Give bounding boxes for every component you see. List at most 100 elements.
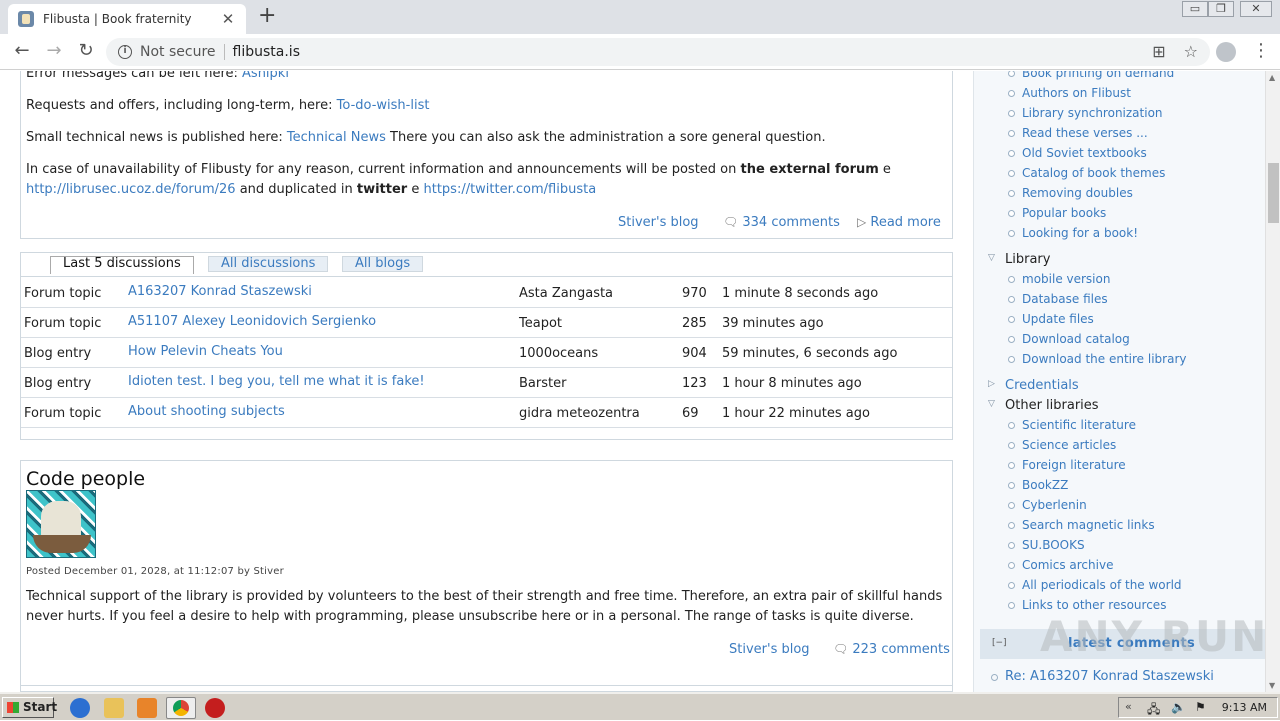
stivers-blog-link[interactable]: Stiver's blog (618, 215, 699, 230)
row-title-link[interactable]: A163207 Konrad Staszewski (128, 284, 312, 299)
media-player-icon[interactable] (137, 698, 157, 718)
sidebar-link[interactable]: Old Soviet textbooks (1008, 146, 1147, 160)
network-icon[interactable]: 🖧 (1147, 700, 1160, 721)
address-bar[interactable]: i Not secure flibusta.is ⊞ ☆ (106, 38, 1210, 66)
sidebar-link[interactable]: Links to other resources (1007, 598, 1166, 612)
sidebar: Book printing on demand Authors on Flibu… (973, 71, 1265, 692)
sidebar-section-other-libraries[interactable]: ▽ Other libraries (988, 398, 1099, 413)
discussions-tabs: Last 5 discussions All discussions All b… (21, 253, 952, 277)
row-count: 123 (682, 376, 707, 391)
twitter-link[interactable]: https://twitter.com/flibusta (423, 182, 596, 197)
stivers-blog-link[interactable]: Stiver's blog (729, 642, 810, 657)
site-favicon-icon (18, 11, 34, 27)
sidebar-link[interactable]: Foreign literature (1008, 458, 1126, 472)
sidebar-link[interactable]: SU.BOOKS (1008, 538, 1085, 552)
table-row: Blog entry How Pelevin Cheats You 1000oc… (21, 338, 952, 368)
info-line-news: Small technical news is published here: … (26, 130, 826, 145)
info-line-unavailability: In case of unavailability of Flibusty fo… (26, 162, 891, 177)
flag-icon[interactable]: ⚑ (1195, 700, 1206, 714)
sidebar-link[interactable]: Read these verses ... (1008, 126, 1148, 140)
sidebar-link[interactable]: Book printing on demand (1007, 71, 1174, 80)
sidebar-link[interactable]: Authors on Flibust (1008, 86, 1131, 100)
sidebar-link[interactable]: Search magnetic links (1008, 518, 1155, 532)
scroll-up-icon[interactable]: ▲ (1269, 73, 1275, 82)
sidebar-link[interactable]: All periodicals of the world (1008, 578, 1182, 592)
sidebar-section-credentials[interactable]: ▷ Credentials (988, 378, 1079, 393)
sidebar-link[interactable]: Removing doubles (1008, 186, 1133, 200)
row-title-link[interactable]: A51107 Alexey Leonidovich Sergienko (128, 314, 376, 329)
row-type: Forum topic (24, 406, 102, 421)
row-type: Forum topic (24, 286, 102, 301)
browser-menu-icon[interactable]: ⋮ (1252, 40, 1270, 61)
read-more-link[interactable]: ▷ Read more (857, 215, 941, 230)
author-avatar (26, 490, 96, 558)
forward-icon[interactable]: → (42, 40, 66, 61)
info-line-requests: Requests and offers, including long-term… (26, 98, 430, 113)
sidebar-link[interactable]: Catalog of book themes (1007, 166, 1165, 180)
browser-tab[interactable]: Flibusta | Book fraternity ✕ (8, 4, 246, 34)
technical-news-link[interactable]: Technical News (287, 130, 386, 145)
tab-close-icon[interactable]: ✕ (220, 10, 236, 28)
row-title-link[interactable]: How Pelevin Cheats You (128, 344, 283, 359)
comments-link[interactable]: 🗨 334 comments (723, 215, 840, 230)
sidebar-link[interactable]: mobile version (1007, 272, 1110, 286)
folder-icon[interactable] (104, 698, 124, 718)
sidebar-link[interactable]: Popular books (1007, 206, 1106, 220)
latest-comment-link[interactable]: Re: A163207 Konrad Staszewski (991, 669, 1214, 684)
scroll-down-icon[interactable]: ▼ (1269, 681, 1275, 690)
scrollbar-thumb[interactable] (1268, 163, 1279, 223)
url-text[interactable]: flibusta.is (233, 44, 300, 60)
volume-icon[interactable]: 🔈 (1171, 700, 1186, 714)
sidebar-section-library[interactable]: ▽ Library (988, 252, 1050, 267)
start-button[interactable]: Start (2, 697, 57, 718)
sidebar-link[interactable]: Comics archive (1007, 558, 1113, 572)
row-time: 39 minutes ago (722, 316, 824, 331)
sidebar-link[interactable]: Science articles (1007, 438, 1116, 452)
sidebar-link[interactable]: Library synchronization (1008, 106, 1163, 120)
chrome-taskbar-button[interactable] (166, 697, 196, 719)
external-forum-link[interactable]: http://librusec.ucoz.de/forum/26 (26, 182, 236, 197)
table-row: Forum topic About shooting subjects gidr… (21, 398, 952, 428)
bookmark-star-icon[interactable]: ☆ (1184, 42, 1198, 61)
comments-link[interactable]: 🗨 223 comments (833, 642, 950, 657)
next-post-box (20, 685, 953, 692)
sidebar-link[interactable]: Database files (1008, 292, 1108, 306)
close-window-button[interactable]: ✕ (1240, 1, 1272, 17)
page-viewport: Error messages can be left here: Ashipki… (0, 71, 1265, 692)
ie-icon[interactable] (70, 698, 90, 718)
profile-avatar-icon[interactable] (1216, 42, 1236, 62)
wish-list-link[interactable]: To-do-wish-list (337, 98, 430, 113)
row-type: Blog entry (24, 346, 92, 361)
tab-last-5-discussions[interactable]: Last 5 discussions (50, 256, 194, 274)
taskbar: Start « 🖧 🔈 ⚑ 9:13 AM (0, 692, 1280, 720)
sidebar-link[interactable]: BookZZ (1007, 478, 1068, 492)
tray-expand-icon[interactable]: « (1125, 700, 1132, 713)
page-scrollbar[interactable]: ▲ ▼ (1265, 71, 1280, 692)
translate-icon[interactable]: ⊞ (1152, 42, 1165, 61)
restore-button[interactable]: ❐ (1208, 1, 1234, 17)
tab-all-blogs[interactable]: All blogs (342, 256, 424, 272)
new-tab-button[interactable]: + (258, 5, 276, 27)
row-title-link[interactable]: About shooting subjects (128, 404, 285, 419)
sidebar-link[interactable]: Cyberlenin (1008, 498, 1087, 512)
back-icon[interactable]: ← (10, 40, 34, 61)
sidebar-link[interactable]: Looking for a book! (1007, 226, 1138, 240)
info-icon[interactable]: i (118, 45, 132, 59)
sidebar-link[interactable]: Update files (1008, 312, 1094, 326)
ashipki-link[interactable]: Ashipki (242, 71, 289, 81)
sidebar-link[interactable]: Download the entire library (1007, 352, 1186, 366)
collapse-toggle-button[interactable]: [−] (992, 638, 1007, 648)
row-time: 1 minute 8 seconds ago (722, 286, 879, 301)
row-count: 69 (682, 406, 699, 421)
reload-icon[interactable]: ↻ (74, 40, 98, 61)
minimize-button[interactable]: ▭ (1182, 1, 1208, 17)
code-people-post: Code people Posted December 01, 2028, at… (20, 460, 953, 692)
table-row: Blog entry Idioten test. I beg you, tell… (21, 368, 952, 398)
row-title-link[interactable]: Idioten test. I beg you, tell me what it… (128, 374, 425, 389)
ship-sail-shape (41, 501, 81, 539)
ship-hull-shape (33, 535, 91, 553)
antivirus-icon[interactable] (205, 698, 225, 718)
tab-all-discussions[interactable]: All discussions (208, 256, 329, 272)
sidebar-link[interactable]: Download catalog (1008, 332, 1130, 346)
sidebar-link[interactable]: Scientific literature (1008, 418, 1136, 432)
